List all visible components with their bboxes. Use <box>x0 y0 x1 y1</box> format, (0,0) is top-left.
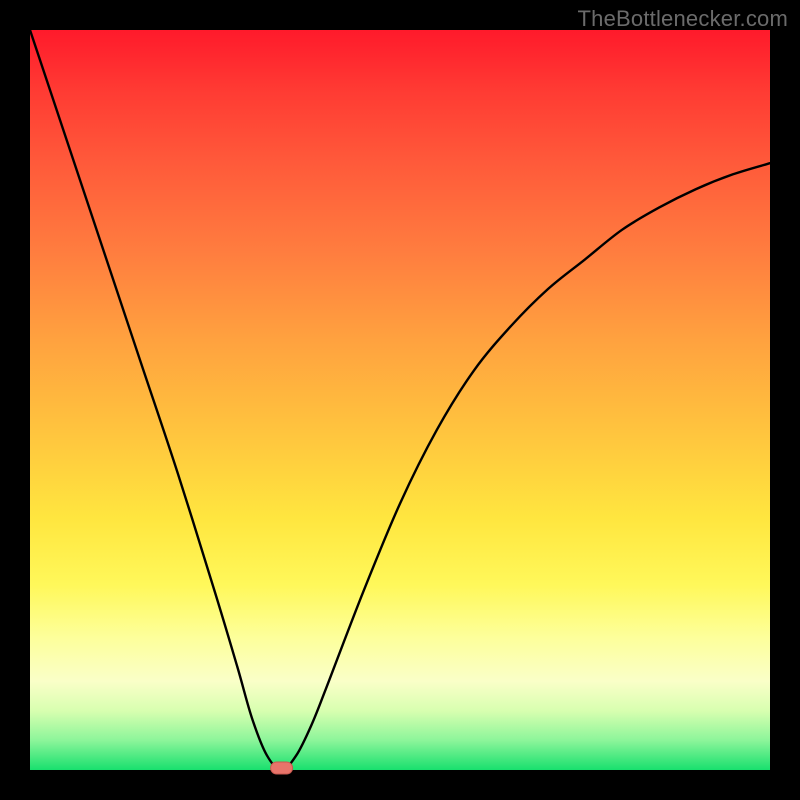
watermark-text: TheBottlenecker.com <box>578 6 788 32</box>
plot-area <box>30 30 770 770</box>
curve-layer <box>30 30 770 770</box>
bottleneck-curve <box>30 30 770 770</box>
chart-frame: TheBottlenecker.com <box>0 0 800 800</box>
optimum-marker <box>271 762 293 774</box>
